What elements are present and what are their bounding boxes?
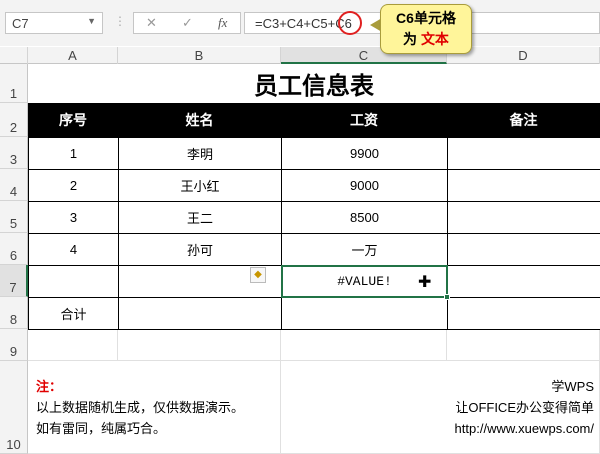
header-cell-notes[interactable]: 备注 <box>447 103 600 137</box>
table-cell[interactable] <box>447 137 600 170</box>
header-cell-salary[interactable]: 工资 <box>281 103 447 137</box>
brand-line1: 学WPS <box>551 379 594 394</box>
row-header-5[interactable]: 5 <box>0 201 28 233</box>
confirm-icon[interactable]: ✓ <box>182 15 193 31</box>
table-cell[interactable]: 孙可 <box>118 233 282 266</box>
header-cell-name[interactable]: 姓名 <box>118 103 281 137</box>
formula-buttons: ✕ ✓ fx <box>133 12 241 34</box>
row-header-6[interactable]: 6 <box>0 233 28 265</box>
drag-handle-icon: ⋮ <box>114 14 126 28</box>
row-header-9[interactable]: 9 <box>0 329 28 361</box>
cancel-icon[interactable]: ✕ <box>146 15 157 31</box>
table-cell[interactable]: 王小红 <box>118 169 282 202</box>
table-cell[interactable] <box>447 265 600 298</box>
header-cell-index[interactable]: 序号 <box>28 103 118 137</box>
table-cell[interactable]: 9900 <box>281 137 448 170</box>
chevron-down-icon[interactable]: ▼ <box>87 16 96 26</box>
table-cell[interactable] <box>447 169 600 202</box>
callout-line2: 为 <box>403 31 421 47</box>
callout-annotation: C6单元格 为 文本 <box>380 4 472 54</box>
table-cell[interactable]: 李明 <box>118 137 282 170</box>
cell-d9[interactable] <box>447 329 600 361</box>
table-cell[interactable] <box>118 297 282 330</box>
fx-icon[interactable]: fx <box>218 15 227 31</box>
table-cell[interactable]: 2 <box>28 169 119 202</box>
table-cell[interactable] <box>447 201 600 234</box>
note-line1: 以上数据随机生成，仅供数据演示。 <box>36 400 245 415</box>
row-header-4[interactable]: 4 <box>0 169 28 201</box>
brand-url: http://www.xuewps.com/ <box>454 421 594 436</box>
cell-a9[interactable] <box>28 329 118 361</box>
brand-block: 学WPS 让OFFICE办公变得简单 http://www.xuewps.com… <box>455 376 594 439</box>
column-headers: A B C D <box>0 47 600 64</box>
error-warning-icon[interactable]: ◆ <box>250 267 266 283</box>
row-header-8[interactable]: 8 <box>0 297 28 329</box>
name-box[interactable]: C7 ▼ <box>5 12 103 34</box>
cursor-cross-icon: ✚ <box>418 274 432 291</box>
row-header-2[interactable]: 2 <box>0 103 28 137</box>
table-cell[interactable]: 3 <box>28 201 119 234</box>
highlight-circle <box>338 11 362 35</box>
select-all-corner[interactable] <box>0 47 28 64</box>
cell-c9[interactable] <box>281 329 447 361</box>
table-cell[interactable]: 4 <box>28 233 119 266</box>
table-cell[interactable] <box>447 297 600 330</box>
table-cell[interactable] <box>28 265 119 298</box>
cell-b9[interactable] <box>118 329 281 361</box>
table-cell[interactable]: 合计 <box>28 297 119 330</box>
note-label: 注： <box>36 379 63 394</box>
column-header-b[interactable]: B <box>118 47 281 64</box>
table-cell[interactable]: 1 <box>28 137 119 170</box>
note-line2: 如有雷同，纯属巧合。 <box>36 421 167 436</box>
brand-line2: 让OFFICE办公变得简单 <box>455 400 594 415</box>
callout-highlight: 文本 <box>420 31 449 47</box>
table-cell[interactable] <box>447 233 600 266</box>
table-cell[interactable]: 王二 <box>118 201 282 234</box>
row-header-3[interactable]: 3 <box>0 137 28 169</box>
formula-text: =C3+C4+C5+ <box>255 16 336 31</box>
row-header-1[interactable]: 1 <box>0 64 28 103</box>
column-header-a[interactable]: A <box>28 47 118 64</box>
table-cell[interactable]: 一万 <box>281 233 448 266</box>
row-header-7[interactable]: 7 <box>0 265 28 297</box>
callout-line1: C6单元格 <box>396 10 456 26</box>
note-block: 注： 以上数据随机生成，仅供数据演示。 如有雷同，纯属巧合。 <box>36 376 244 439</box>
table-cell[interactable]: 9000 <box>281 169 448 202</box>
table-cell[interactable] <box>281 297 448 330</box>
sheet-title[interactable]: 员工信息表 <box>28 64 600 103</box>
table-cell[interactable]: 8500 <box>281 201 448 234</box>
name-box-value: C7 <box>12 16 29 31</box>
fill-handle[interactable] <box>444 294 450 300</box>
row-header-10[interactable]: 10 <box>0 361 28 454</box>
